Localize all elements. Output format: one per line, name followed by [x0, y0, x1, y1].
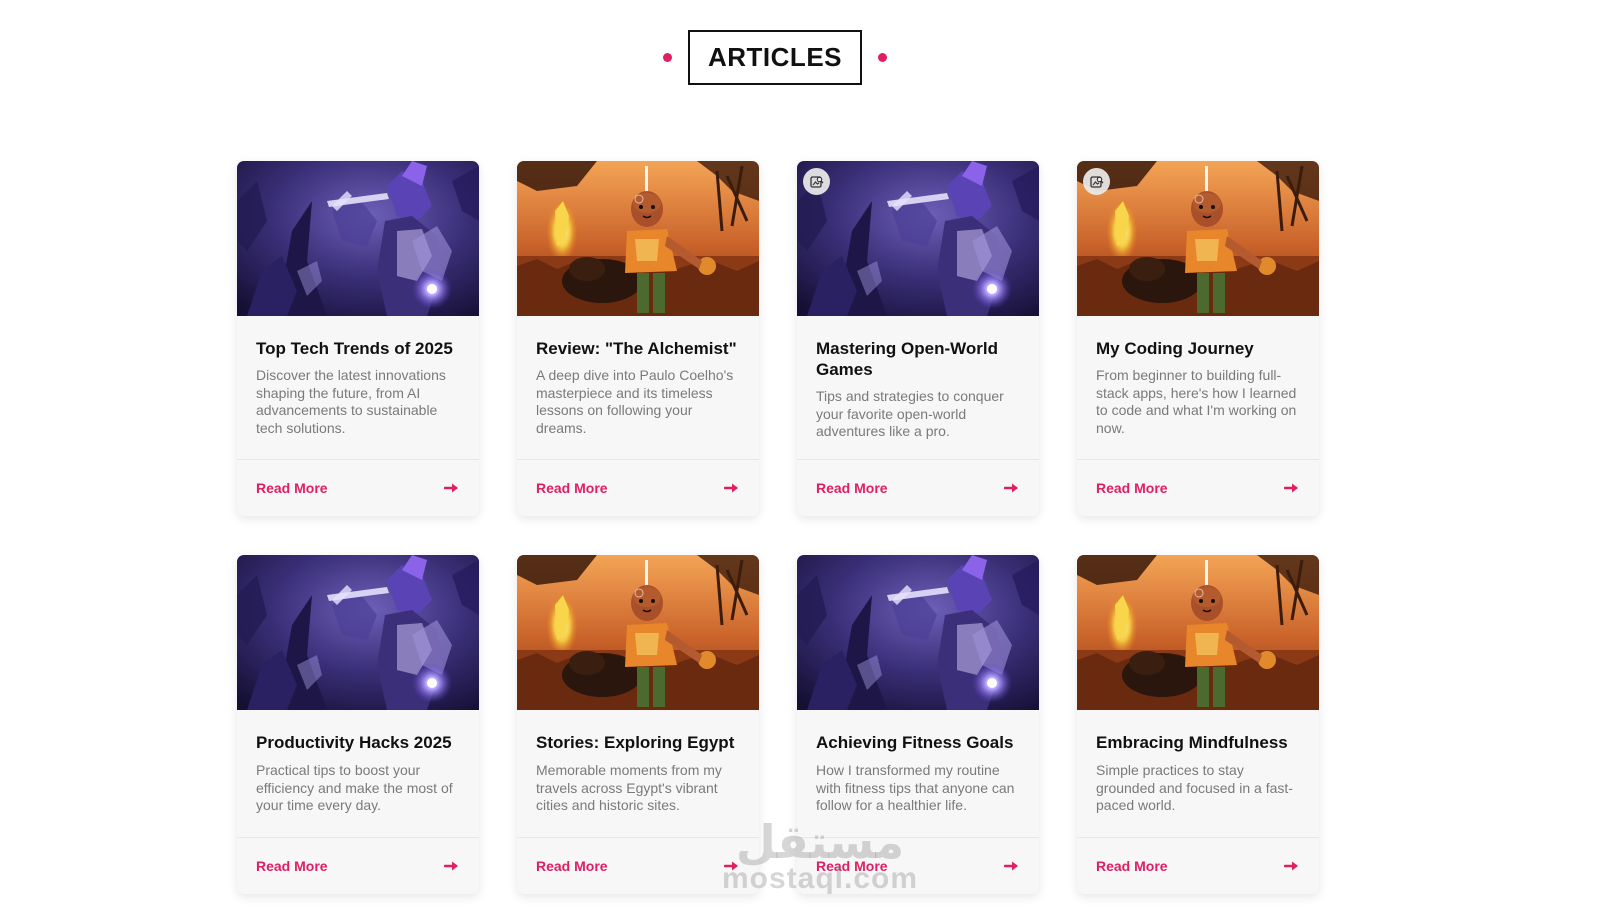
- read-more-link[interactable]: Read More: [1096, 858, 1168, 874]
- read-more-link[interactable]: Read More: [816, 480, 888, 496]
- article-title: Mastering Open-World Games: [816, 339, 998, 379]
- article-card[interactable]: Review: "The Alchemist" A deep dive into…: [517, 161, 759, 516]
- article-footer: Read More: [797, 837, 1039, 894]
- arrow-right-icon[interactable]: [1004, 860, 1020, 872]
- arrow-right-icon[interactable]: [1004, 482, 1020, 494]
- article-description: How I transformed my routine with fitnes…: [816, 762, 1015, 813]
- article-title: Embracing Mindfulness: [1096, 733, 1288, 752]
- article-title: Achieving Fitness Goals: [816, 733, 1014, 752]
- arrow-right-icon[interactable]: [444, 860, 460, 872]
- card-image-savanna-bear: [1077, 161, 1319, 316]
- image-badge[interactable]: [1083, 168, 1110, 195]
- article-thumbnail[interactable]: [797, 161, 1039, 316]
- card-image-dark-fantasy: [797, 555, 1039, 710]
- article-thumbnail[interactable]: [1077, 161, 1319, 316]
- article-footer: Read More: [1077, 837, 1319, 894]
- read-more-link[interactable]: Read More: [536, 480, 608, 496]
- article-footer: Read More: [237, 837, 479, 894]
- card-image-dark-fantasy: [237, 161, 479, 316]
- article-body: My Coding Journey From beginner to build…: [1077, 316, 1319, 459]
- article-description: Practical tips to boost your efficiency …: [256, 762, 453, 813]
- arrow-right-icon[interactable]: [724, 860, 740, 872]
- article-card[interactable]: My Coding Journey From beginner to build…: [1077, 161, 1319, 516]
- article-footer: Read More: [517, 837, 759, 894]
- heading-dot-right: [878, 53, 887, 62]
- article-title: Review: "The Alchemist": [536, 339, 737, 358]
- article-description: A deep dive into Paulo Coelho's masterpi…: [536, 367, 734, 436]
- read-more-link[interactable]: Read More: [816, 858, 888, 874]
- article-footer: Read More: [517, 459, 759, 516]
- article-card[interactable]: Stories: Exploring Egypt Memorable momen…: [517, 555, 759, 894]
- article-footer: Read More: [237, 459, 479, 516]
- article-description: Tips and strategies to conquer your favo…: [816, 388, 1004, 439]
- article-title: Productivity Hacks 2025: [256, 733, 452, 752]
- article-description: Memorable moments from my travels across…: [536, 762, 722, 813]
- image-badge[interactable]: [803, 168, 830, 195]
- article-description: Simple practices to stay grounded and fo…: [1096, 762, 1293, 813]
- articles-grid: Top Tech Trends of 2025 Discover the lat…: [237, 161, 1319, 894]
- article-body: Stories: Exploring Egypt Memorable momen…: [517, 710, 759, 837]
- read-more-link[interactable]: Read More: [1096, 480, 1168, 496]
- article-card[interactable]: Top Tech Trends of 2025 Discover the lat…: [237, 161, 479, 516]
- image-search-icon: [1089, 175, 1103, 188]
- articles-page: ARTICLES Top Tech Trends of 2025 Discove…: [0, 0, 1614, 922]
- card-image-savanna-bear: [517, 555, 759, 710]
- article-description: Discover the latest innovations shaping …: [256, 367, 446, 436]
- section-title: ARTICLES: [688, 30, 862, 85]
- article-description: From beginner to building full-stack app…: [1096, 367, 1297, 436]
- article-thumbnail[interactable]: [517, 161, 759, 316]
- article-body: Review: "The Alchemist" A deep dive into…: [517, 316, 759, 459]
- article-title: Stories: Exploring Egypt: [536, 733, 735, 752]
- arrow-right-icon[interactable]: [1284, 482, 1300, 494]
- article-body: Mastering Open-World Games Tips and stra…: [797, 316, 1039, 459]
- card-image-savanna-bear: [517, 161, 759, 316]
- article-thumbnail[interactable]: [797, 555, 1039, 710]
- article-thumbnail[interactable]: [237, 555, 479, 710]
- article-footer: Read More: [1077, 459, 1319, 516]
- article-body: Achieving Fitness Goals How I transforme…: [797, 710, 1039, 837]
- article-title: Top Tech Trends of 2025: [256, 339, 453, 358]
- card-image-savanna-bear: [1077, 555, 1319, 710]
- card-image-dark-fantasy: [797, 161, 1039, 316]
- article-footer: Read More: [797, 459, 1039, 516]
- article-title: My Coding Journey: [1096, 339, 1254, 358]
- card-image-dark-fantasy: [237, 555, 479, 710]
- article-body: Productivity Hacks 2025 Practical tips t…: [237, 710, 479, 837]
- article-body: Top Tech Trends of 2025 Discover the lat…: [237, 316, 479, 459]
- heading-dot-left: [663, 53, 672, 62]
- article-card[interactable]: Achieving Fitness Goals How I transforme…: [797, 555, 1039, 894]
- article-body: Embracing Mindfulness Simple practices t…: [1077, 710, 1319, 837]
- section-header: ARTICLES: [0, 30, 1550, 85]
- article-card[interactable]: Mastering Open-World Games Tips and stra…: [797, 161, 1039, 516]
- read-more-link[interactable]: Read More: [256, 480, 328, 496]
- read-more-link[interactable]: Read More: [536, 858, 608, 874]
- read-more-link[interactable]: Read More: [256, 858, 328, 874]
- arrow-right-icon[interactable]: [1284, 860, 1300, 872]
- article-card[interactable]: Embracing Mindfulness Simple practices t…: [1077, 555, 1319, 894]
- article-card[interactable]: Productivity Hacks 2025 Practical tips t…: [237, 555, 479, 894]
- arrow-right-icon[interactable]: [724, 482, 740, 494]
- arrow-right-icon[interactable]: [444, 482, 460, 494]
- article-thumbnail[interactable]: [517, 555, 759, 710]
- image-search-icon: [809, 175, 823, 188]
- article-thumbnail[interactable]: [1077, 555, 1319, 710]
- article-thumbnail[interactable]: [237, 161, 479, 316]
